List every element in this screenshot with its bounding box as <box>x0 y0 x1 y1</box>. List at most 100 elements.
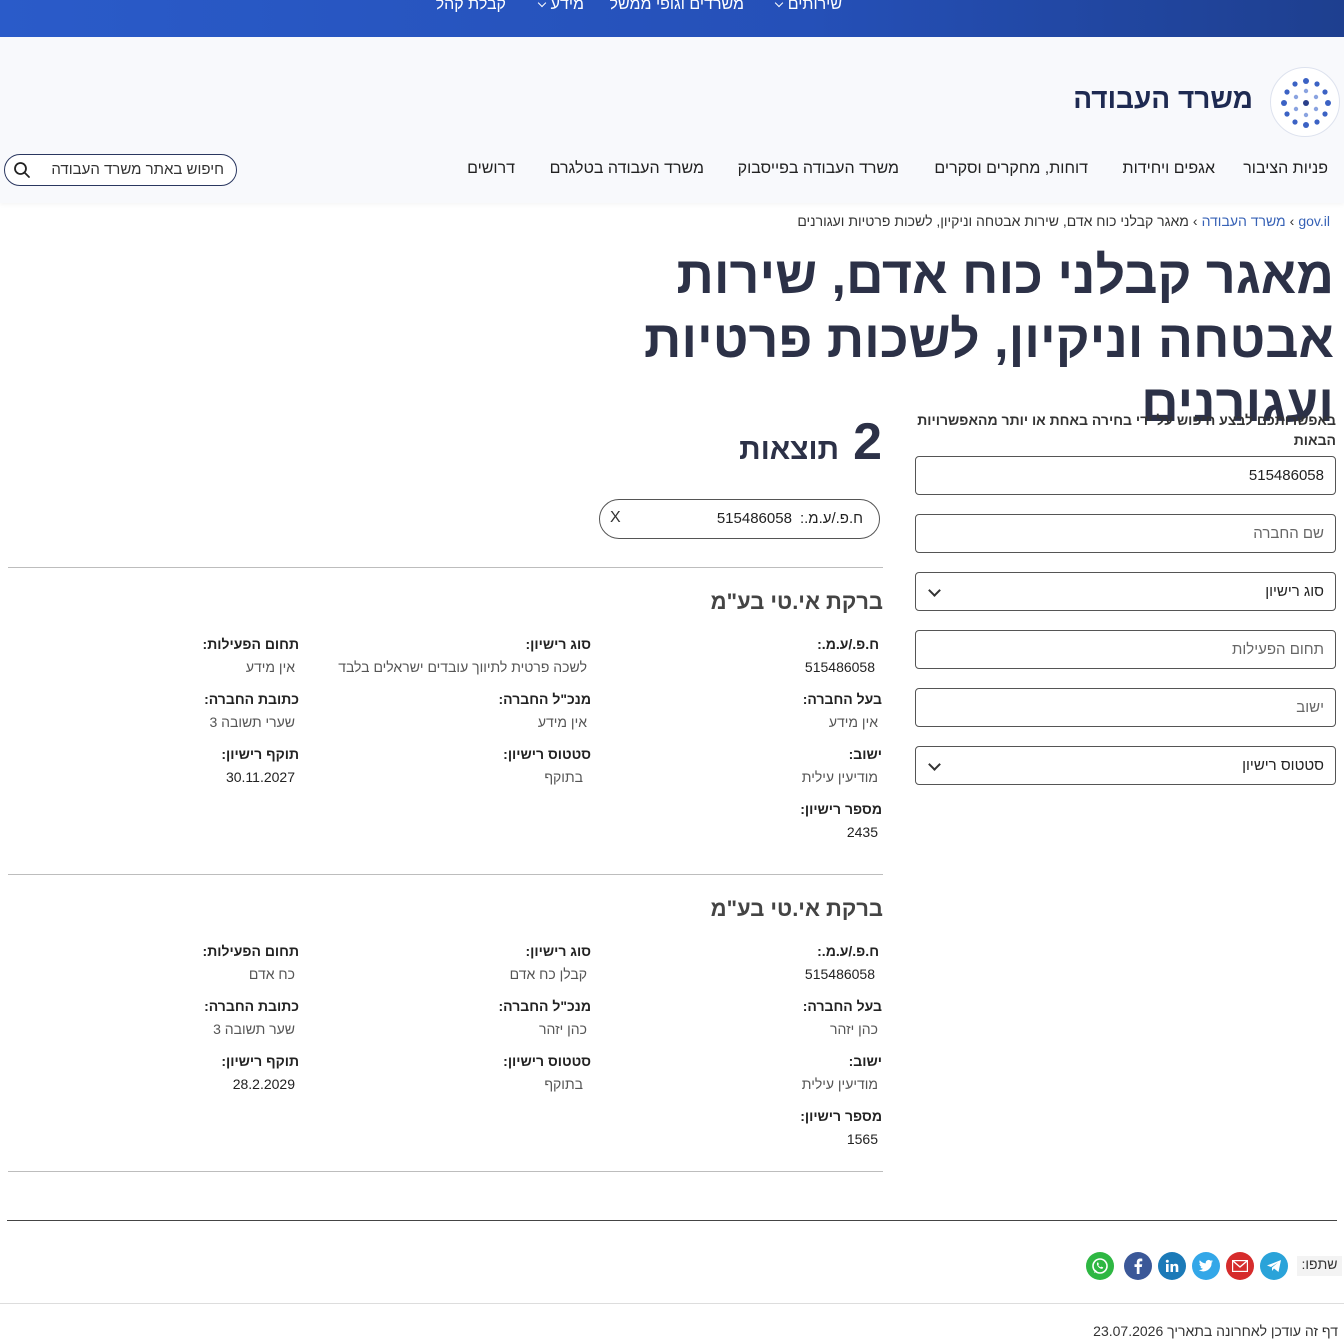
topnav-services[interactable]: שירותים <box>774 0 842 14</box>
field-label: ח.פ./ע.מ.: <box>817 943 879 959</box>
twitter-icon <box>1198 1259 1213 1272</box>
field-value: 1565 <box>846 1131 878 1147</box>
chevron-down-icon <box>928 758 941 771</box>
field-city: ישוב: מודיעין עילית <box>802 1053 882 1092</box>
nav-public-inquiries[interactable]: פניות הציבור <box>1243 160 1328 178</box>
divider <box>8 1171 883 1172</box>
activity-field-input[interactable]: תחום הפעילות <box>915 630 1336 669</box>
field-license-status: סטטוס רישיון: בתוקף <box>503 746 591 785</box>
field-label: מנכ"ל החברה: <box>498 691 591 707</box>
share-linkedin-button[interactable] <box>1158 1252 1186 1280</box>
share-twitter-button[interactable] <box>1192 1252 1220 1280</box>
ministry-logo[interactable] <box>1270 67 1340 137</box>
search-placeholder: חיפוש באתר משרד העבודה <box>51 161 224 178</box>
field-label: מספר רישיון: <box>800 1108 882 1124</box>
site-title[interactable]: משרד העבודה <box>1073 83 1253 115</box>
field-label: מספר רישיון: <box>800 801 882 817</box>
field-label: תוקף רישיון: <box>221 1053 299 1069</box>
activity-field-placeholder: תחום הפעילות <box>1232 641 1324 658</box>
breadcrumb-separator-icon: › <box>1289 213 1295 229</box>
nav-facebook[interactable]: משרד העבודה בפייסבוק <box>738 160 899 178</box>
field-value: בתוקף <box>544 1076 583 1092</box>
field-value: אין מידע <box>245 659 295 675</box>
active-filter-chip: ח.פ./ע.מ.: 515486058 X <box>599 499 880 539</box>
remove-filter-button[interactable]: X <box>610 509 621 527</box>
top-navigation-bar: שירותים משרדים וגופי ממשל מידע קבלת קהל <box>0 0 1344 37</box>
field-city: ישוב: מודיעין עילית <box>802 746 882 785</box>
nav-jobs[interactable]: דרושים <box>467 160 515 178</box>
chevron-down-icon <box>774 0 783 8</box>
topnav-public-reception[interactable]: קבלת קהל <box>436 0 506 14</box>
field-value: 28.2.2029 <box>232 1076 295 1092</box>
field-label: סטטוס רישיון: <box>503 746 591 762</box>
field-label: בעל החברה: <box>802 998 882 1014</box>
field-address: כתובת החברה: שערי תשובה 3 <box>204 691 299 730</box>
field-license-number: מספר רישיון: 1565 <box>800 1108 882 1147</box>
license-type-select[interactable]: סוג רישיון <box>915 572 1336 611</box>
footer-divider <box>0 1303 1344 1304</box>
topnav-services-label: שירותים <box>787 0 842 13</box>
company-id-input[interactable]: 515486058 <box>915 456 1336 495</box>
breadcrumb-ministry[interactable]: משרד העבודה <box>1202 213 1286 229</box>
field-value: מודיעין עילית <box>801 769 878 785</box>
topnav-ministries[interactable]: משרדים וגופי ממשל <box>610 0 744 14</box>
email-icon <box>1232 1260 1248 1272</box>
field-company-id: ח.פ./ע.מ.: 515486058 <box>805 943 879 982</box>
field-value: קבלן כח אדם <box>509 966 587 982</box>
field-value: 2435 <box>846 824 878 840</box>
city-input[interactable]: ישוב <box>915 688 1336 727</box>
linkedin-icon <box>1165 1259 1179 1272</box>
results-count-label: תוצאות <box>739 433 840 466</box>
breadcrumb-separator-icon: › <box>1192 213 1198 229</box>
field-value: 515486058 <box>804 659 875 675</box>
field-label: סוג רישיון: <box>525 636 592 652</box>
last-updated-text: דף זה עודכן לאחרונה בתאריך 23.07.2026 <box>1093 1323 1338 1339</box>
field-ceo: מנכ"ל החברה: כהן יזהר <box>499 998 591 1037</box>
field-value: כהן יזהר <box>539 1021 587 1037</box>
nav-departments[interactable]: אגפים ויחידות <box>1123 160 1215 178</box>
field-value: לשכה פרטית לתיווך עובדים ישראלים בלבד <box>338 659 587 675</box>
nav-telegram[interactable]: משרד העבודה בטלגרם <box>550 160 704 178</box>
share-whatsapp-button[interactable] <box>1086 1252 1114 1280</box>
field-label: ישוב: <box>848 1053 882 1069</box>
field-value: כח אדם <box>248 966 295 982</box>
field-activity: תחום הפעילות: כח אדם <box>203 943 299 982</box>
results-count-number: 2 <box>853 413 882 471</box>
filter-chip-label: ח.פ./ע.מ.: <box>799 510 863 527</box>
field-license-valid: תוקף רישיון: 30.11.2027 <box>221 746 299 785</box>
field-activity: תחום הפעילות: אין מידע <box>203 636 299 675</box>
site-search-input[interactable]: חיפוש באתר משרד העבודה <box>4 154 237 186</box>
license-status-select[interactable]: סטטוס רישיון <box>915 746 1336 785</box>
field-owner: בעל החברה: אין מידע <box>803 691 882 730</box>
facebook-icon <box>1134 1258 1143 1274</box>
share-facebook-button[interactable] <box>1124 1252 1152 1280</box>
field-value: שערי תשובה 3 <box>209 714 295 730</box>
field-label: תחום הפעילות: <box>202 943 299 959</box>
topnav-info-label: מידע <box>550 0 584 13</box>
field-label: ישוב: <box>848 746 882 762</box>
result-card-title[interactable]: ברקת אי.טי בע"מ <box>711 589 883 615</box>
field-owner: בעל החברה: כהן יזהר <box>803 998 882 1037</box>
divider <box>8 874 883 875</box>
breadcrumb-home[interactable]: gov.il <box>1298 213 1330 229</box>
telegram-icon <box>1267 1260 1281 1272</box>
field-label: מנכ"ל החברה: <box>498 998 591 1014</box>
section-divider <box>7 1220 1337 1221</box>
field-address: כתובת החברה: שער תשובה 3 <box>204 998 299 1037</box>
chevron-down-icon <box>537 0 546 8</box>
whatsapp-icon <box>1092 1258 1108 1274</box>
search-icon[interactable] <box>13 161 31 179</box>
field-label: סטטוס רישיון: <box>503 1053 591 1069</box>
result-card-title[interactable]: ברקת אי.טי בע"מ <box>711 896 883 922</box>
share-telegram-button[interactable] <box>1260 1252 1288 1280</box>
license-status-select-label: סטטוס רישיון <box>1242 757 1324 774</box>
topnav-info[interactable]: מידע <box>537 0 584 14</box>
field-license-number: מספר רישיון: 2435 <box>800 801 882 840</box>
share-email-button[interactable] <box>1226 1252 1254 1280</box>
field-license-type: סוג רישיון: לשכה פרטית לתיווך עובדים ישרא… <box>338 636 591 675</box>
page-title: מאגר קבלני כוח אדם, שירות אבטחה וניקיון,… <box>644 247 1334 433</box>
filter-chip-text: ח.פ./ע.מ.: 515486058 <box>717 510 863 527</box>
company-name-input[interactable]: שם החברה <box>915 514 1336 553</box>
field-license-status: סטטוס רישיון: בתוקף <box>503 1053 591 1092</box>
nav-reports[interactable]: דוחות, מחקרים וסקרים <box>934 160 1088 178</box>
